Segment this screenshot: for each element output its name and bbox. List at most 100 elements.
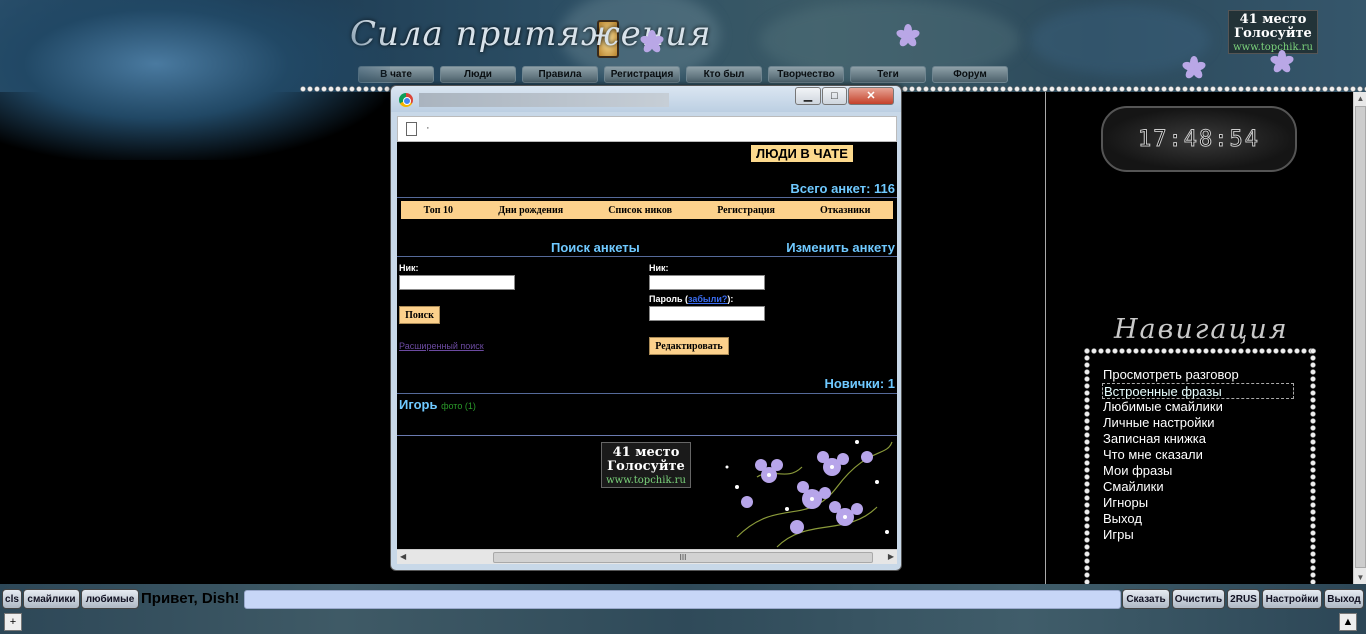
nav-item-builtin-phrases[interactable]: Встроенные фразы — [1102, 383, 1294, 399]
popup-hscrollbar[interactable]: ◀ III ▶ — [397, 549, 897, 564]
scroll-thumb[interactable] — [1355, 106, 1366, 568]
vote-banner-bottom[interactable]: 41 место Голосуйте www.topchik.ru — [601, 442, 691, 488]
nav-item-exit[interactable]: Выход — [1102, 511, 1294, 527]
newbies-count: Новички: 1 — [824, 376, 895, 391]
divider — [397, 435, 897, 436]
password-label-suffix: ): — [727, 294, 734, 304]
scroll-down-icon[interactable]: ▼ — [1354, 571, 1366, 584]
tab-birthdays[interactable]: Дни рождения — [498, 205, 563, 216]
newbie-name[interactable]: Игорь — [399, 397, 437, 412]
nav-item-notebook[interactable]: Записная книжка — [1102, 431, 1294, 447]
vote-rank: 41 место — [612, 445, 680, 460]
smileys-button[interactable]: смайлики — [23, 589, 80, 609]
pearl-border — [1084, 348, 1090, 584]
header-artwork — [0, 0, 390, 160]
edit-heading[interactable]: Изменить анкету — [786, 240, 895, 255]
flower-decoration — [1181, 56, 1207, 81]
favorites-button[interactable]: любимые — [81, 589, 139, 609]
advanced-search-link[interactable]: Расширенный поиск — [399, 341, 484, 351]
password-label: Пароль (забыли?): — [649, 294, 733, 304]
newbie-photo-link[interactable]: фото (1) — [441, 401, 476, 411]
vote-rank: 41 место — [1239, 12, 1307, 27]
nav-rules[interactable]: Правила — [522, 66, 598, 83]
vote-cta: Голосуйте — [607, 459, 685, 474]
close-button[interactable]: ✕ — [848, 87, 894, 105]
nav-tags[interactable]: Теги — [850, 66, 926, 83]
nav-item-personal-settings[interactable]: Личные настройки — [1102, 415, 1294, 431]
search-button[interactable]: Поиск — [399, 306, 440, 324]
tab-refusers[interactable]: Отказники — [820, 205, 870, 216]
forgot-password-link[interactable]: забыли? — [688, 294, 727, 304]
nav-registration[interactable]: Регистрация — [604, 66, 680, 83]
search-heading: Поиск анкеты — [551, 240, 640, 255]
edit-nick-input[interactable] — [649, 275, 765, 290]
search-nick-input[interactable] — [399, 275, 515, 290]
maximize-button[interactable]: □ — [822, 87, 847, 105]
flower-decoration — [895, 24, 921, 49]
nav-people[interactable]: Люди — [440, 66, 516, 83]
scroll-up-icon[interactable]: ▲ — [1354, 92, 1366, 105]
vote-cta: Голосуйте — [1234, 26, 1312, 41]
up-arrow-button[interactable]: ▲ — [1339, 613, 1357, 631]
hscroll-thumb[interactable]: III — [493, 552, 873, 563]
divider — [397, 197, 897, 198]
plus-button[interactable]: + — [4, 613, 22, 631]
vote-banner[interactable]: 41 место Голосуйте www.topchik.ru — [1228, 10, 1318, 54]
top-nav: В чате Люди Правила Регистрация Кто был … — [358, 66, 1008, 83]
clear-button[interactable]: Очистить — [1172, 589, 1225, 609]
nav-item-smileys[interactable]: Смайлики — [1102, 479, 1294, 495]
chat-input-row: cls смайлики любимые Привет, Dish! Сказа… — [0, 589, 1366, 609]
flower-decoration — [639, 30, 665, 55]
settings-button[interactable]: Настройки — [1262, 589, 1322, 609]
browser-popup: ▁ □ ✕ · ЛЮДИ В ЧАТЕ Всего анкет: 116 Топ… — [390, 85, 902, 571]
translit-button[interactable]: 2RUS — [1227, 589, 1260, 609]
pearl-border — [1310, 348, 1316, 584]
window-title-redacted — [419, 93, 669, 107]
edit-button[interactable]: Редактировать — [649, 337, 729, 355]
divider — [397, 393, 897, 394]
nav-item-my-phrases[interactable]: Мои фразы — [1102, 463, 1294, 479]
address-bar[interactable]: · — [397, 116, 897, 142]
search-nick-label: Ник: — [399, 263, 419, 273]
nav-item-ignores[interactable]: Игноры — [1102, 495, 1294, 511]
tab-nick-list[interactable]: Список ников — [608, 205, 672, 216]
nav-item-what-told-me[interactable]: Что мне сказали — [1102, 447, 1294, 463]
minimize-button[interactable]: ▁ — [795, 87, 821, 105]
nav-item-games[interactable]: Игры — [1102, 527, 1294, 543]
pearl-border — [1084, 348, 1316, 354]
sidebar: 17:48:54 Навигация Просмотреть разговор … — [1045, 92, 1353, 584]
popup-content: ЛЮДИ В ЧАТЕ Всего анкет: 116 Топ 10 Дни … — [397, 142, 897, 549]
say-button[interactable]: Сказать — [1122, 589, 1170, 609]
vote-url: www.topchik.ru — [606, 475, 686, 486]
address-text: · — [426, 122, 430, 134]
chrome-icon — [399, 93, 413, 107]
chat-page: Сила притяжения В чате Люди Правила Реги… — [0, 0, 1366, 634]
popup-titlebar[interactable]: ▁ □ ✕ — [391, 86, 901, 112]
nav-who-was[interactable]: Кто был — [686, 66, 762, 83]
document-icon — [406, 122, 417, 136]
tab-registration[interactable]: Регистрация — [717, 205, 775, 216]
scroll-left-icon[interactable]: ◀ — [400, 552, 406, 561]
flower-decoration — [1269, 50, 1295, 75]
password-label-text: Пароль ( — [649, 294, 688, 304]
nav-item-favorite-smileys[interactable]: Любимые смайлики — [1102, 399, 1294, 415]
greeting: Привет, Dish! — [141, 590, 240, 607]
nav-heading: Навигация — [1114, 314, 1289, 345]
scroll-right-icon[interactable]: ▶ — [888, 552, 894, 561]
nav-forum[interactable]: Форум — [932, 66, 1008, 83]
newbie-entry: Игорь фото (1) — [399, 397, 476, 412]
cls-button[interactable]: cls — [2, 589, 22, 609]
edit-nick-label: Ник: — [649, 263, 669, 273]
password-input[interactable] — [649, 306, 765, 321]
nav-list: Просмотреть разговор Встроенные фразы Лю… — [1102, 367, 1294, 543]
flower-cluster-decoration — [725, 440, 893, 548]
divider — [397, 256, 897, 257]
nav-creativity[interactable]: Творчество — [768, 66, 844, 83]
exit-button[interactable]: Выход — [1324, 589, 1364, 609]
clock: 17:48:54 — [1101, 106, 1297, 172]
nav-item-view-conversation[interactable]: Просмотреть разговор — [1102, 367, 1294, 383]
tab-top10[interactable]: Топ 10 — [424, 205, 453, 216]
chat-message-input[interactable] — [244, 590, 1121, 609]
page-scrollbar[interactable]: ▲ ▼ — [1353, 92, 1366, 584]
people-in-chat-badge[interactable]: ЛЮДИ В ЧАТЕ — [751, 145, 853, 162]
